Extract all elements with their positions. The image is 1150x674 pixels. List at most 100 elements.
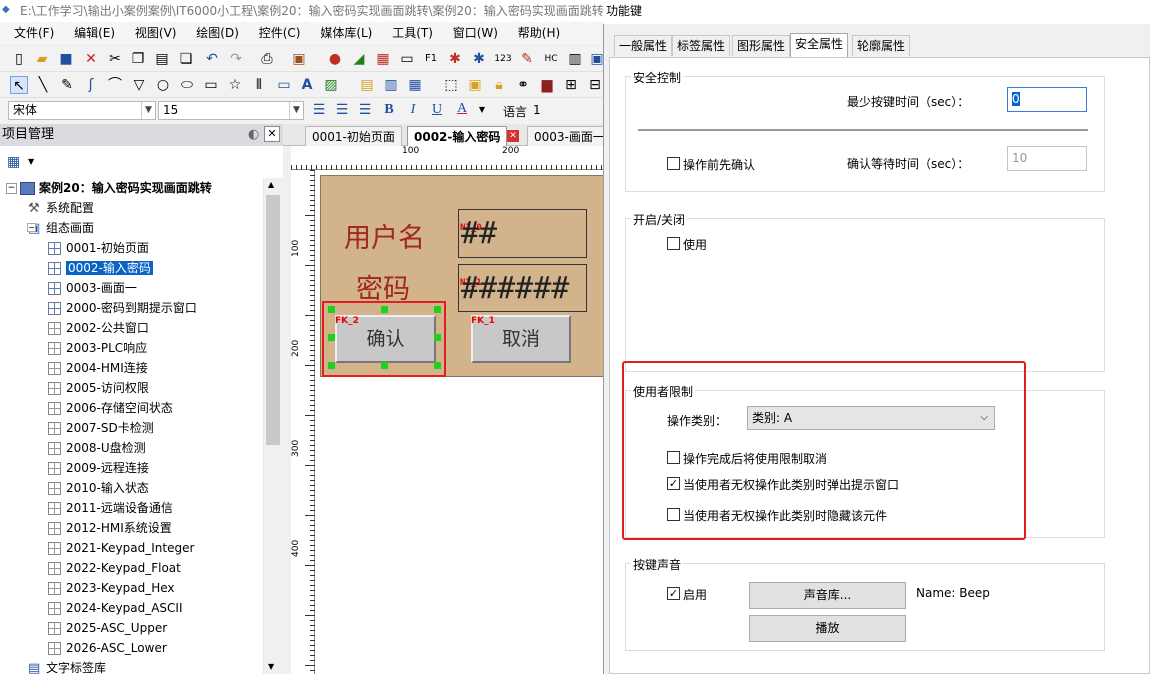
menu-tools[interactable]: 工具(T): [384, 22, 441, 44]
align-center-icon[interactable]: ☰: [333, 101, 351, 119]
function-key-icon[interactable]: F1: [422, 50, 440, 68]
tree-scroll-thumb[interactable]: [266, 195, 280, 445]
tree-item[interactable]: 2003-PLC响应: [48, 338, 147, 358]
menu-view[interactable]: 视图(V): [127, 22, 185, 44]
underline-button[interactable]: U: [428, 101, 446, 119]
confirm-wait-input[interactable]: 10: [1007, 146, 1087, 171]
tree-view-icon[interactable]: ▦: [7, 154, 20, 170]
tree-item[interactable]: 2009-远程连接: [48, 458, 149, 478]
cut-icon[interactable]: ✂: [106, 50, 124, 68]
tree-item[interactable]: ▣组态画面: [28, 218, 94, 238]
tab-outline[interactable]: 轮廓属性: [852, 35, 911, 56]
lock-icon[interactable]: ▣: [466, 76, 484, 94]
polygon-icon[interactable]: ▽: [130, 76, 148, 94]
link-icon[interactable]: ⚭: [514, 76, 532, 94]
save-icon[interactable]: ■: [57, 50, 75, 68]
tree-item[interactable]: 2004-HMI连接: [48, 358, 148, 378]
delete-icon[interactable]: ✕: [82, 50, 100, 68]
tree-item[interactable]: 2022-Keypad_Float: [48, 558, 181, 578]
properties-icon[interactable]: ▣: [290, 50, 308, 68]
sound-library-button[interactable]: 声音库...: [749, 582, 906, 609]
redo-icon[interactable]: ↷: [227, 50, 245, 68]
resize-handle[interactable]: [434, 334, 441, 341]
paste-icon[interactable]: ▤: [153, 50, 171, 68]
layer-icon[interactable]: ▦: [406, 76, 424, 94]
language-value[interactable]: 1: [533, 103, 541, 117]
play-button[interactable]: 播放: [749, 615, 906, 642]
trash-icon[interactable]: ▆: [538, 76, 556, 94]
tree-item[interactable]: 2026-ASC_Lower: [48, 638, 167, 658]
tree-item[interactable]: 2005-访问权限: [48, 378, 149, 398]
doc-tab-0001[interactable]: 0001-初始页面: [305, 126, 402, 146]
menu-media[interactable]: 媒体库(L): [312, 22, 380, 44]
numeric-input-ni1[interactable]: NI_1 ######: [458, 264, 587, 312]
padlock-icon[interactable]: 🔒︎: [490, 76, 508, 94]
scroll-down-icon[interactable]: ▼: [268, 662, 274, 671]
polyline-icon[interactable]: ʃ: [82, 76, 100, 94]
copy-icon[interactable]: ❐: [129, 50, 147, 68]
picture-icon[interactable]: ▨: [322, 76, 340, 94]
resize-handle[interactable]: [381, 362, 388, 369]
menu-file[interactable]: 文件(F): [6, 22, 62, 44]
collapse-icon[interactable]: −: [27, 223, 36, 232]
tree-item[interactable]: 2000-密码到期提示窗口: [48, 298, 197, 318]
resize-handle[interactable]: [381, 306, 388, 313]
tree-item[interactable]: 2011-远端设备通信: [48, 498, 173, 518]
pencil-icon[interactable]: ✎: [58, 76, 76, 94]
tree-item[interactable]: 2006-存储空间状态: [48, 398, 173, 418]
tree-item[interactable]: 2021-Keypad_Integer: [48, 538, 194, 558]
tree-item[interactable]: 2007-SD卡检测: [48, 418, 154, 438]
resize-handle[interactable]: [328, 334, 335, 341]
italic-button[interactable]: I: [404, 101, 422, 119]
tree-item[interactable]: 2008-U盘检测: [48, 438, 146, 458]
group-icon[interactable]: ▤: [358, 76, 376, 94]
tree-root[interactable]: − 案例20：输入密码实现画面跳转: [6, 178, 212, 198]
word-switch-icon[interactable]: ▭: [398, 50, 416, 68]
tree-item[interactable]: 0002-输入密码: [48, 258, 153, 278]
pen-icon[interactable]: ✎: [518, 50, 536, 68]
tab-security[interactable]: 安全属性: [790, 33, 849, 57]
arc-icon[interactable]: ⌒: [106, 76, 124, 94]
tree-item[interactable]: 2010-输入状态: [48, 478, 149, 498]
tab-label[interactable]: 标签属性: [672, 35, 731, 56]
min-press-input[interactable]: 0: [1007, 87, 1087, 112]
print-icon[interactable]: ⎙: [258, 50, 276, 68]
ellipse-icon[interactable]: ⬭: [178, 76, 196, 94]
bar-icon[interactable]: ▥: [566, 50, 584, 68]
menu-help[interactable]: 帮助(H): [510, 22, 568, 44]
tree-item[interactable]: ⚒ 系统配置: [28, 198, 94, 218]
new-file-icon[interactable]: ▯: [10, 50, 28, 68]
bold-button[interactable]: B: [380, 101, 398, 119]
close-icon[interactable]: ✕: [264, 126, 280, 142]
ungroup-icon[interactable]: ▥: [382, 76, 400, 94]
align-icon[interactable]: ⊟: [586, 76, 604, 94]
lamp-icon[interactable]: ●: [326, 50, 344, 68]
font-name-select[interactable]: 宋体 ▼: [8, 101, 156, 120]
switch-icon[interactable]: ◢: [350, 50, 368, 68]
text-icon[interactable]: A: [298, 76, 316, 94]
sound-enable-checkbox[interactable]: ✓: [667, 587, 680, 600]
font-size-select[interactable]: 15 ▼: [158, 101, 304, 120]
tab-general[interactable]: 一般属性: [614, 35, 673, 56]
open-folder-icon[interactable]: ▰: [33, 50, 51, 68]
tree-item[interactable]: 0003-画面一: [48, 278, 137, 298]
menu-window[interactable]: 窗口(W): [445, 22, 506, 44]
tree-item[interactable]: 2024-Keypad_ASCII: [48, 598, 183, 618]
numeric-icon[interactable]: 123: [494, 50, 512, 68]
resize-handle[interactable]: [434, 306, 441, 313]
line-icon[interactable]: ╲: [34, 76, 52, 94]
star-icon[interactable]: ☆: [226, 76, 244, 94]
scale-icon[interactable]: ⦀: [250, 76, 268, 94]
multi-state-icon[interactable]: ▦: [374, 50, 392, 68]
collapse-icon[interactable]: −: [6, 183, 17, 194]
resize-handle[interactable]: [328, 306, 335, 313]
align-right-icon[interactable]: ☰: [356, 101, 374, 119]
menu-controls[interactable]: 控件(C): [251, 22, 309, 44]
menu-draw[interactable]: 绘图(D): [188, 22, 247, 44]
onoff-use-checkbox[interactable]: [667, 237, 680, 250]
text-color-button[interactable]: A: [453, 100, 471, 118]
pointer-icon[interactable]: ↖: [10, 76, 28, 94]
rectangle-icon[interactable]: ▭: [202, 76, 220, 94]
close-tab-icon[interactable]: ✕: [507, 130, 519, 142]
ascii-icon[interactable]: HC: [542, 50, 560, 68]
